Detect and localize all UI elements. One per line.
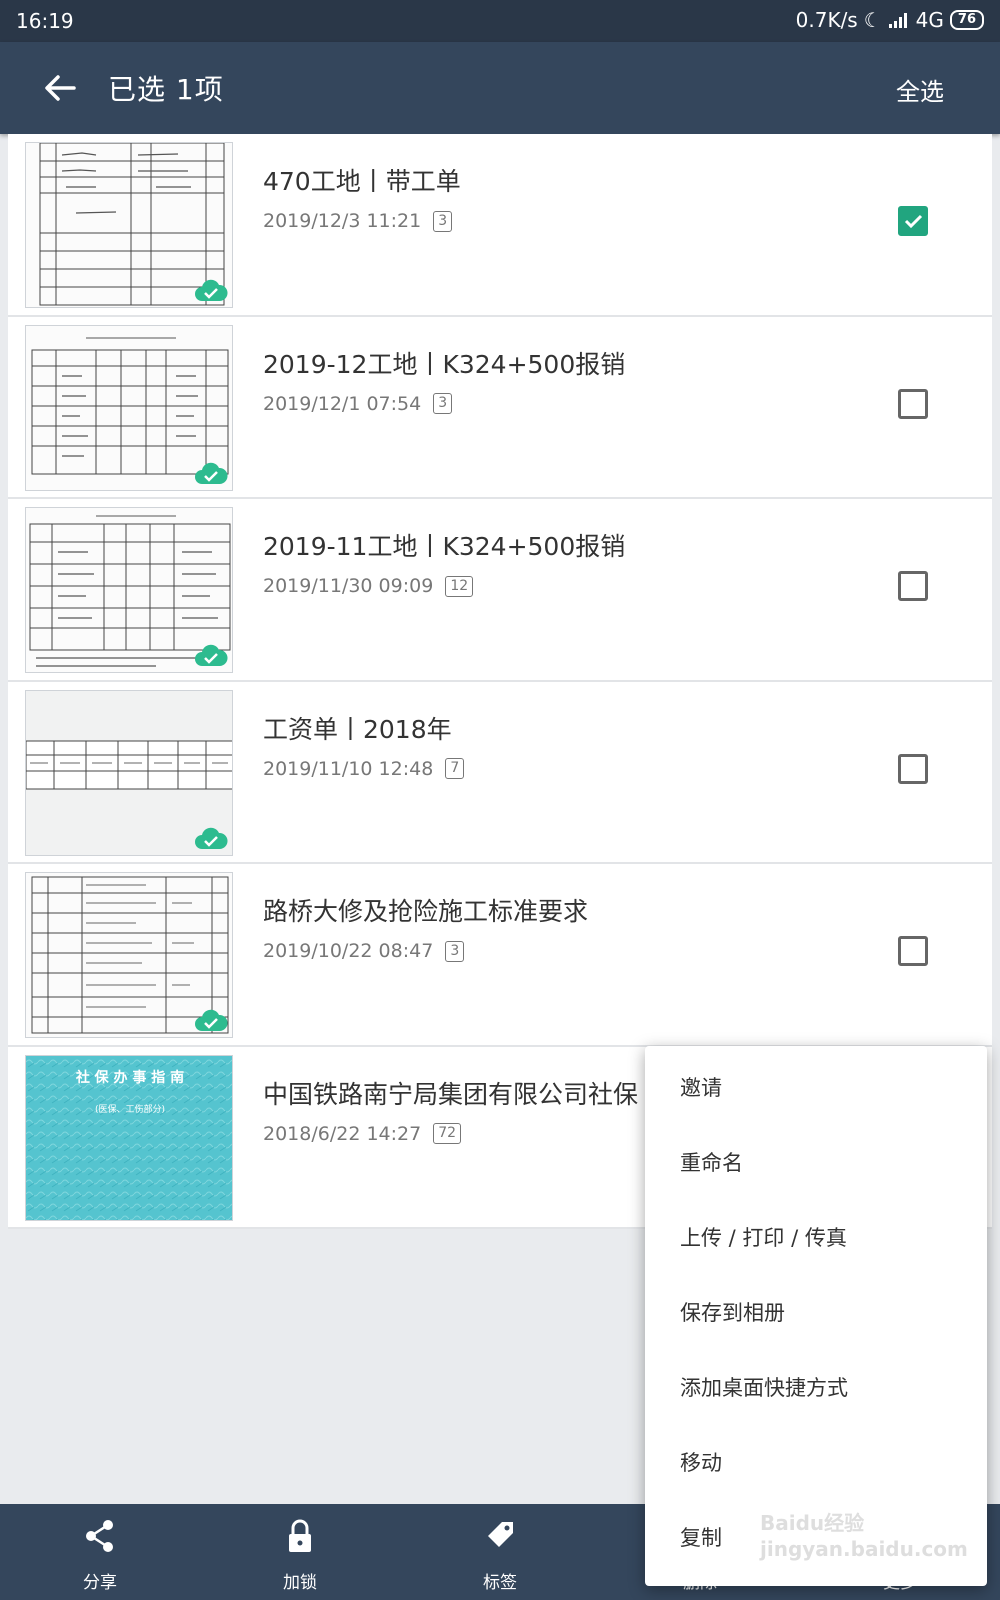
page-count-badge: 7 [445, 758, 465, 779]
select-checkbox[interactable] [898, 571, 928, 601]
app-bar: 已选 1项 全选 [0, 42, 1000, 134]
tag-icon [488, 1522, 513, 1547]
document-title: 工资单丨2018年 [263, 714, 452, 744]
network-type: 4G [915, 8, 944, 32]
lock-icon [289, 1519, 311, 1552]
select-checkbox[interactable] [898, 936, 928, 966]
share-icon [86, 1520, 113, 1552]
document-title: 2019-12工地丨K324+500报销 [263, 349, 626, 379]
document-row[interactable]: 2019-11工地丨K324+500报销 2019/11/30 09:09 12 [8, 499, 992, 682]
page-count-badge: 12 [445, 575, 474, 597]
menu-item-save-to-album[interactable]: 保存到相册 [645, 1283, 987, 1358]
select-checkbox[interactable] [898, 388, 928, 419]
document-thumbnail[interactable] [25, 324, 233, 491]
document-title: 中国铁路南宁局集团有限公司社保 [263, 1079, 639, 1109]
lock-button[interactable]: 加锁 [240, 1504, 360, 1600]
cloud-synced-icon [195, 1009, 228, 1031]
status-indicators: 0.7K/s ☾ 4G 76 [796, 8, 984, 32]
document-date: 2019/12/3 11:21 [263, 210, 422, 232]
back-arrow-icon[interactable] [38, 66, 82, 110]
document-row[interactable]: 工资单丨2018年 2019/11/10 12:48 7 [8, 681, 992, 864]
page-count-badge: 72 [433, 1123, 462, 1144]
document-meta: 2019/11/30 09:09 12 [263, 575, 474, 597]
cloud-synced-icon [195, 827, 228, 849]
document-title: 路桥大修及抢险施工标准要求 [263, 897, 589, 926]
share-button[interactable]: 分享 [40, 1504, 160, 1600]
document-meta: 2019/12/3 11:21 3 [263, 210, 453, 232]
book-cover-image: 社 保 办 事 指 南 (医保、工伤部分) [26, 1055, 232, 1220]
cloud-synced-icon [195, 644, 228, 666]
menu-item-upload-print-fax[interactable]: 上传 / 打印 / 传真 [645, 1208, 987, 1283]
page-count-badge: 3 [433, 393, 453, 414]
document-meta: 2019/11/10 12:48 7 [263, 757, 465, 780]
select-checkbox[interactable] [898, 753, 928, 784]
document-row[interactable]: 路桥大修及抢险施工标准要求 2019/10/22 08:47 3 [8, 864, 992, 1047]
page-count-badge: 3 [445, 940, 465, 962]
lock-label: 加锁 [283, 1573, 317, 1593]
document-row[interactable]: 470工地丨带工单 2019/12/3 11:21 3 [8, 134, 992, 317]
cloud-synced-icon [195, 279, 228, 301]
share-label: 分享 [83, 1573, 117, 1593]
document-date: 2019/11/10 12:48 [263, 757, 434, 780]
page-count-badge: 3 [433, 210, 453, 232]
cloud-synced-icon [195, 462, 228, 484]
baidu-jingyan-watermark: Baidu经验 jingyan.baidu.com [760, 1511, 968, 1561]
battery-icon: 76 [949, 10, 984, 30]
status-time: 16:19 [16, 9, 74, 33]
do-not-disturb-icon: ☾ [863, 8, 882, 32]
document-date: 2019/11/30 09:09 [263, 575, 434, 597]
cover-subtitle: (医保、工伤部分) [95, 1103, 165, 1115]
document-thumbnail[interactable]: 社 保 办 事 指 南 (医保、工伤部分) [25, 1054, 233, 1221]
more-options-menu: 邀请 重命名 上传 / 打印 / 传真 保存到相册 添加桌面快捷方式 移动 复制 [645, 1046, 987, 1586]
document-date: 2019/12/1 07:54 [263, 392, 422, 415]
document-meta: 2019/10/22 08:47 3 [263, 940, 465, 962]
document-thumbnail[interactable] [25, 142, 233, 308]
document-thumbnail[interactable] [25, 507, 233, 673]
document-thumbnail[interactable] [25, 689, 233, 856]
document-title: 2019-11工地丨K324+500报销 [263, 532, 626, 561]
network-speed: 0.7K/s [795, 8, 858, 32]
document-meta: 2019/12/1 07:54 3 [263, 392, 453, 415]
tag-label: 标签 [483, 1573, 517, 1593]
tag-button[interactable]: 标签 [440, 1504, 560, 1600]
document-row[interactable]: 2019-12工地丨K324+500报销 2019/12/1 07:54 3 [8, 316, 992, 499]
document-date: 2019/10/22 08:47 [263, 940, 434, 962]
select-checkbox[interactable] [898, 206, 928, 236]
signal-icon [888, 13, 907, 28]
checkmark-icon [904, 214, 923, 229]
cover-title: 社 保 办 事 指 南 [75, 1069, 184, 1086]
document-date: 2018/6/22 14:27 [263, 1122, 422, 1145]
selection-title: 已选 1项 [108, 73, 224, 106]
status-bar: 16:19 0.7K/s ☾ 4G 76 [0, 0, 1000, 42]
document-thumbnail[interactable] [25, 872, 233, 1038]
menu-item-invite[interactable]: 邀请 [645, 1058, 987, 1133]
select-all-button[interactable]: 全选 [896, 72, 944, 107]
menu-item-move[interactable]: 移动 [645, 1433, 987, 1508]
document-meta: 2018/6/22 14:27 72 [263, 1122, 462, 1145]
menu-item-rename[interactable]: 重命名 [645, 1133, 987, 1208]
menu-item-add-shortcut[interactable]: 添加桌面快捷方式 [645, 1358, 987, 1433]
document-title: 470工地丨带工单 [263, 167, 461, 196]
